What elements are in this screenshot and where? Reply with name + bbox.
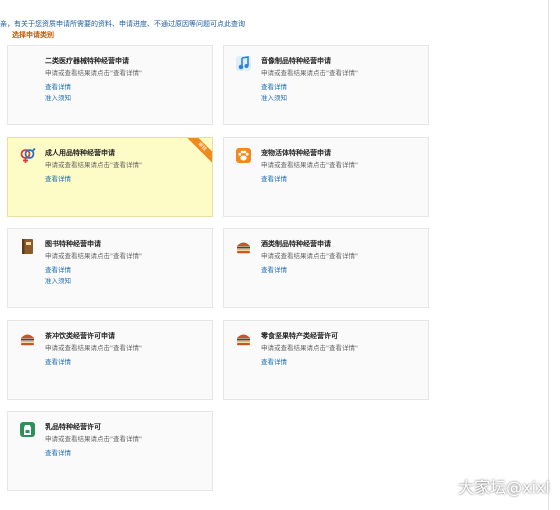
card-desc: 申请或查看结果请点击"查看详情" (45, 252, 142, 260)
card-tea-drinks[interactable]: 茶冲饮类经营许可申请 申请或查看结果请点击"查看详情" 查看详情 (7, 320, 213, 400)
food-icon (19, 330, 36, 347)
card-title: 酒类制品特种经营申请 (261, 240, 331, 248)
gender-symbols-icon (19, 147, 36, 164)
card-desc: 申请或查看结果请点击"查看详情" (45, 344, 142, 352)
card-title: 音像制品特种经营申请 (261, 57, 331, 65)
card-desc: 申请或查看结果请点击"查看详情" (45, 435, 142, 443)
card-title: 宠物活体特种经营申请 (261, 149, 331, 157)
card-desc: 申请或查看结果请点击"查看详情" (261, 344, 358, 352)
view-details-link[interactable]: 查看详情 (45, 356, 71, 366)
status-badge-label: 审核 (186, 138, 212, 164)
card-desc: 申请或查看结果请点击"查看详情" (261, 69, 358, 77)
card-snacks[interactable]: 零食坚果特产类经营许可 申请或查看结果请点击"查看详情" 查看详情 (223, 320, 429, 400)
card-adult-products[interactable]: 成人用品特种经营申请 申请或查看结果请点击"查看详情" 查看详情 审核 (7, 137, 213, 217)
card-title: 乳品特种经营许可 (45, 423, 101, 431)
section-title: 选择申请类别 (12, 31, 54, 39)
card-title: 二类医疗器械特种经营申请 (45, 57, 129, 65)
access-notice-link[interactable]: 准入须知 (45, 275, 71, 285)
food-icon (235, 238, 252, 255)
card-desc: 申请或查看结果请点击"查看详情" (261, 252, 358, 260)
divider (548, 0, 549, 510)
card-books[interactable]: 图书特种经营申请 申请或查看结果请点击"查看详情" 查看详情 准入须知 (7, 228, 213, 308)
milk-icon (19, 421, 36, 438)
food-icon (235, 330, 252, 347)
card-desc: 申请或查看结果请点击"查看详情" (45, 69, 142, 77)
view-details-link[interactable]: 查看详情 (45, 447, 71, 457)
access-notice-link[interactable]: 准入须知 (261, 92, 287, 102)
status-badge: 审核 (186, 138, 212, 164)
card-alcohol[interactable]: 酒类制品特种经营申请 申请或查看结果请点击"查看详情" 查看详情 (223, 228, 429, 308)
view-details-link[interactable]: 查看详情 (45, 264, 71, 274)
access-notice-link[interactable]: 准入须知 (45, 92, 71, 102)
view-details-link[interactable]: 查看详情 (261, 356, 287, 366)
card-title: 零食坚果特产类经营许可 (261, 332, 338, 340)
card-title: 图书特种经营申请 (45, 240, 101, 248)
card-audio-video[interactable]: 音像制品特种经营申请 申请或查看结果请点击"查看详情" 查看详情 准入须知 (223, 45, 429, 125)
card-title: 茶冲饮类经营许可申请 (45, 332, 115, 340)
music-note-icon (235, 55, 252, 72)
book-icon (19, 238, 36, 255)
card-title: 成人用品特种经营申请 (45, 149, 115, 157)
paw-icon (235, 147, 252, 164)
watermark: 大家坛@xixl (458, 478, 550, 497)
card-medical-device[interactable]: 二类医疗器械特种经营申请 申请或查看结果请点击"查看详情" 查看详情 准入须知 (7, 45, 213, 125)
view-details-link[interactable]: 查看详情 (261, 81, 287, 91)
blank-icon (19, 55, 36, 72)
view-details-link[interactable]: 查看详情 (45, 81, 71, 91)
notice-text[interactable]: 亲，有关于您资质申请所需要的资料、申请进度、不通过原因等问题可点此查询 (0, 19, 245, 29)
card-desc: 申请或查看结果请点击"查看详情" (261, 161, 358, 169)
view-details-link[interactable]: 查看详情 (261, 173, 287, 183)
card-live-pets[interactable]: 宠物活体特种经营申请 申请或查看结果请点击"查看详情" 查看详情 (223, 137, 429, 217)
card-dairy[interactable]: 乳品特种经营许可 申请或查看结果请点击"查看详情" 查看详情 (7, 411, 213, 491)
card-desc: 申请或查看结果请点击"查看详情" (45, 161, 142, 169)
view-details-link[interactable]: 查看详情 (45, 173, 71, 183)
view-details-link[interactable]: 查看详情 (261, 264, 287, 274)
